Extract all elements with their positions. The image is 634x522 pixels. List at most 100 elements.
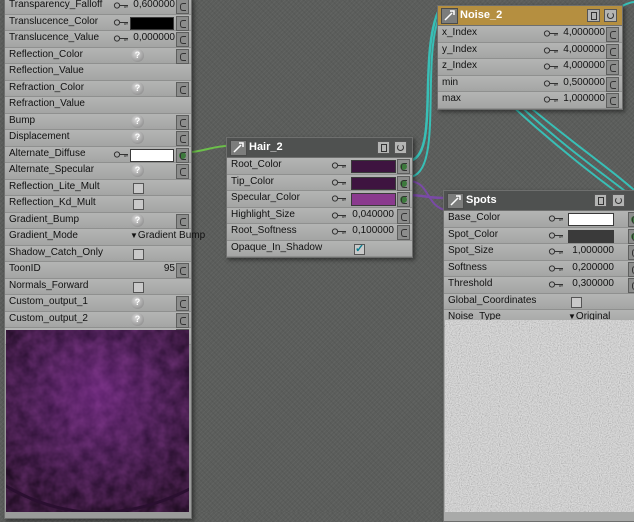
input-plug-icon[interactable] [397, 175, 410, 191]
question-icon[interactable]: ? [131, 81, 144, 95]
key-icon[interactable] [548, 281, 564, 288]
property-label: Spot_Size [448, 245, 494, 256]
hair-node-titlebar[interactable]: Hair_2 [227, 138, 412, 158]
question-icon[interactable]: ? [131, 48, 144, 62]
key-icon[interactable] [543, 96, 559, 103]
checkbox[interactable] [571, 296, 582, 308]
node-collapse-button[interactable] [594, 194, 607, 207]
key-icon[interactable] [113, 35, 129, 42]
dropdown-select[interactable]: ▼Gradient Bump [130, 230, 205, 241]
input-plug-icon[interactable] [176, 296, 189, 311]
input-plug-icon[interactable] [628, 212, 634, 227]
input-plug-icon[interactable] [176, 15, 189, 31]
input-plug-icon[interactable] [397, 192, 410, 207]
key-icon[interactable] [331, 178, 347, 186]
key-icon[interactable] [113, 150, 129, 158]
key-icon[interactable] [543, 63, 559, 70]
property-value-field[interactable]: 0,200000 [572, 262, 614, 273]
property-row: Root_Color [227, 158, 412, 175]
key-icon[interactable] [331, 228, 347, 235]
input-plug-icon[interactable] [176, 0, 189, 14]
node-refresh-button[interactable] [612, 194, 625, 207]
property-value-field[interactable]: 0,100000 [352, 225, 394, 236]
color-swatch[interactable] [351, 193, 396, 206]
color-swatch[interactable] [351, 160, 396, 173]
property-value-field[interactable]: 0,040000 [352, 209, 394, 220]
color-swatch[interactable] [351, 176, 396, 190]
key-icon[interactable] [548, 231, 564, 239]
material-preview-image [6, 330, 189, 512]
property-value-field[interactable]: 0,600000 [133, 0, 175, 10]
input-plug-icon[interactable] [176, 131, 189, 146]
spots-preview-image [445, 320, 634, 512]
property-value-field[interactable]: 0,300000 [572, 278, 614, 289]
question-icon[interactable]: ? [131, 312, 144, 326]
node-collapse-button[interactable] [587, 9, 600, 22]
noise-node-rows: x_Index 4,000000 y_Index 4,000000 z_Index 4,0… [438, 26, 622, 109]
input-plug-icon[interactable] [176, 312, 189, 328]
question-icon[interactable]: ? [131, 114, 144, 128]
input-plug-icon[interactable] [176, 48, 189, 64]
input-plug-icon[interactable] [606, 27, 619, 42]
checkbox[interactable] [133, 281, 144, 293]
property-label: Softness [448, 261, 487, 273]
key-icon[interactable] [548, 215, 564, 222]
property-value-field[interactable]: 4,000000 [563, 44, 605, 55]
input-plug-icon[interactable] [176, 32, 189, 47]
input-plug-icon[interactable] [606, 60, 619, 75]
input-plug-icon[interactable] [397, 208, 410, 224]
input-plug-icon[interactable] [176, 164, 189, 179]
property-value-field[interactable]: 0,500000 [563, 77, 605, 88]
property-value-field[interactable]: 1,000000 [563, 93, 605, 104]
key-icon[interactable] [548, 264, 564, 272]
property-value-field[interactable]: 4,000000 [563, 60, 605, 71]
input-plug-icon[interactable] [628, 278, 634, 293]
question-icon[interactable]: ? [131, 296, 144, 309]
input-plug-icon[interactable] [397, 159, 410, 174]
input-plug-icon[interactable] [606, 93, 619, 108]
key-icon[interactable] [331, 195, 347, 202]
node-collapse-button[interactable] [377, 141, 390, 154]
checkbox[interactable] [133, 182, 144, 194]
checkbox-checked[interactable] [354, 242, 365, 255]
key-icon[interactable] [113, 18, 129, 26]
input-plug-icon[interactable] [397, 225, 410, 240]
wire-noise-out-4 [525, 103, 634, 191]
node-refresh-button[interactable] [604, 9, 617, 22]
key-icon[interactable] [331, 162, 347, 169]
question-icon[interactable]: ? [131, 131, 144, 144]
noise-node-titlebar[interactable]: Noise_2 [438, 6, 622, 26]
input-plug-icon[interactable] [176, 114, 189, 130]
input-plug-icon[interactable] [176, 81, 189, 97]
input-plug-icon[interactable] [628, 245, 634, 260]
question-icon[interactable]: ? [131, 164, 144, 177]
key-icon[interactable] [543, 46, 559, 54]
checkbox[interactable] [133, 248, 144, 260]
input-plug-icon[interactable] [176, 213, 189, 229]
input-plug-icon[interactable] [176, 263, 189, 278]
color-swatch[interactable] [130, 148, 174, 162]
key-icon[interactable] [548, 248, 564, 255]
color-swatch[interactable] [568, 213, 614, 226]
input-plug-icon[interactable] [606, 43, 619, 59]
key-icon[interactable] [113, 2, 129, 9]
question-icon[interactable]: ? [131, 213, 144, 227]
property-row: Root_Softness 0,100000 [227, 224, 412, 241]
property-value-field[interactable]: 95 [164, 263, 175, 274]
input-plug-icon[interactable] [176, 147, 189, 163]
key-icon[interactable] [331, 211, 347, 219]
color-swatch[interactable] [568, 229, 614, 243]
input-plug-icon[interactable] [628, 228, 634, 244]
property-value-field[interactable]: 1,000000 [572, 245, 614, 256]
property-value-field[interactable]: 0,000000 [133, 32, 175, 43]
spots-node-titlebar[interactable]: Spots [444, 191, 634, 211]
property-row: Normals_Forward [5, 278, 191, 295]
property-value-field[interactable]: 4,000000 [563, 27, 605, 38]
input-plug-icon[interactable] [628, 261, 634, 277]
color-swatch[interactable] [130, 16, 174, 30]
input-plug-icon[interactable] [606, 76, 619, 92]
key-icon[interactable] [543, 79, 559, 87]
key-icon[interactable] [543, 30, 559, 37]
checkbox[interactable] [133, 199, 144, 210]
node-refresh-button[interactable] [394, 141, 407, 154]
